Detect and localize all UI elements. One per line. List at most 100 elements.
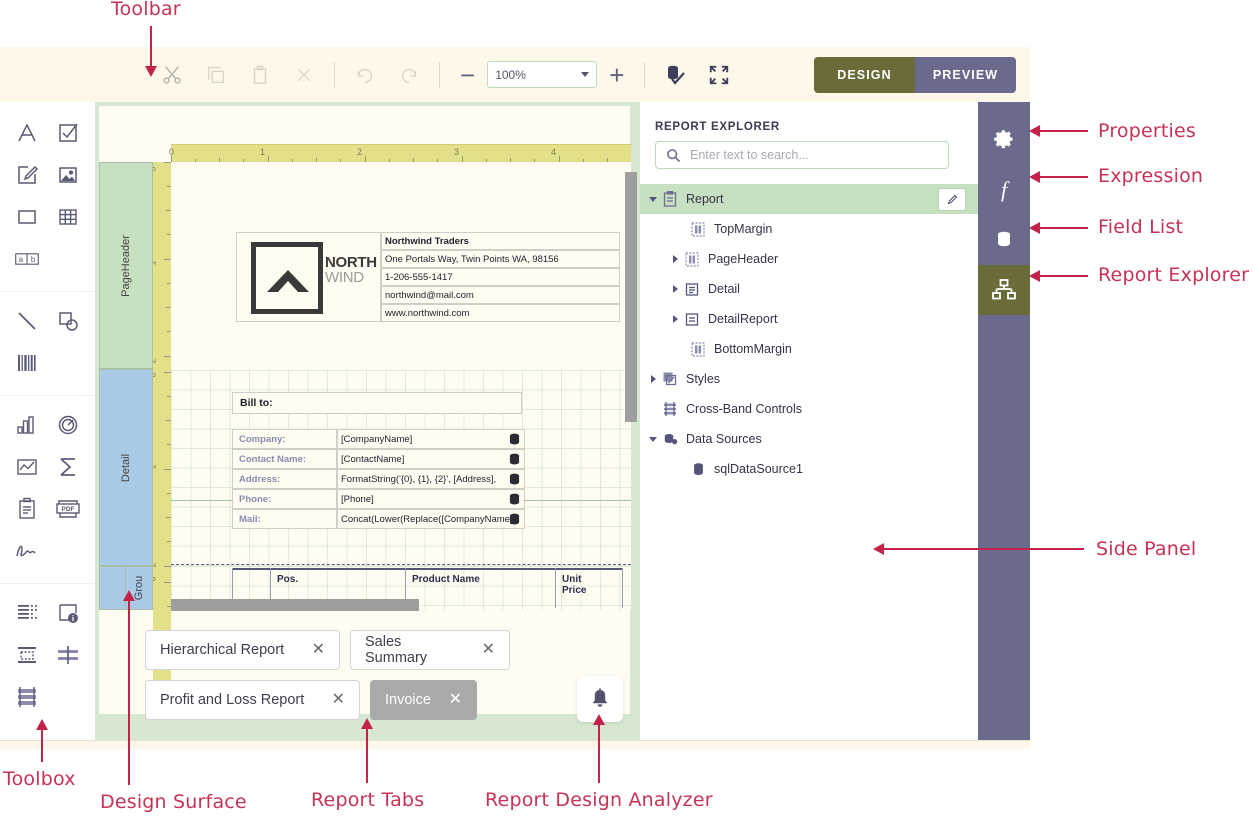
properties-button[interactable] <box>978 115 1030 165</box>
delete-icon[interactable] <box>287 58 321 92</box>
cross-band-box-icon[interactable] <box>7 638 48 672</box>
tree-item-detail[interactable]: Detail <box>640 274 978 304</box>
signature-icon[interactable] <box>7 534 48 568</box>
tree-item-detailreport[interactable]: DetailReport <box>640 304 978 334</box>
report-tab-label: Sales Summary <box>365 634 466 666</box>
preview-mode-button[interactable]: PREVIEW <box>915 57 1016 93</box>
fullscreen-icon[interactable] <box>702 58 736 92</box>
company-name[interactable]: Northwind Traders <box>380 232 620 250</box>
tree-item-label: TopMargin <box>714 222 772 236</box>
barcode-icon[interactable] <box>7 346 48 380</box>
field-list-button[interactable] <box>978 215 1030 265</box>
tree-item-data-sources[interactable]: Data Sources <box>640 424 978 454</box>
shape-icon[interactable] <box>48 304 89 338</box>
edit-report-button[interactable] <box>938 188 966 211</box>
line-icon[interactable] <box>7 304 48 338</box>
picture-box-icon[interactable] <box>48 158 89 192</box>
bill-value-phone[interactable]: [Phone] <box>337 489 525 509</box>
chevron-right-icon[interactable] <box>668 315 682 323</box>
expression-button[interactable]: f <box>978 165 1030 215</box>
annotation-line <box>366 728 368 783</box>
table-header-product-name[interactable]: Product Name <box>408 572 528 585</box>
close-icon[interactable]: ✕ <box>482 642 495 658</box>
vertical-scrollbar[interactable] <box>625 172 637 422</box>
table-icon[interactable] <box>48 200 89 234</box>
logo-box[interactable]: NORTH WIND <box>236 232 382 322</box>
tree-item-topmargin[interactable]: TopMargin <box>640 214 978 244</box>
check-box-icon[interactable] <box>48 116 89 150</box>
bill-label-address[interactable]: Address: <box>232 469 337 489</box>
annotation-arrow <box>145 66 157 77</box>
undo-icon[interactable] <box>348 58 382 92</box>
gauge-icon[interactable] <box>48 408 89 442</box>
bill-value-address[interactable]: FormatString('{0}, {1}, {2}', [Address], <box>337 469 525 489</box>
cross-band-line-icon[interactable] <box>48 638 89 672</box>
band-pageheader[interactable]: PageHeader <box>99 162 153 369</box>
zoom-select[interactable]: 100% <box>487 61 597 88</box>
bill-value-mail[interactable]: Concat(Lower(Replace([CompanyName], <box>337 509 525 529</box>
label-icon[interactable] <box>7 116 48 150</box>
pivot-grid-icon[interactable] <box>48 450 89 484</box>
report-tab-profit-and-loss[interactable]: Profit and Loss Report ✕ <box>145 680 360 720</box>
close-icon[interactable]: ✕ <box>312 642 325 658</box>
sparkline-icon[interactable] <box>7 450 48 484</box>
report-tab-sales-summary[interactable]: Sales Summary ✕ <box>350 630 510 670</box>
table-header-pos[interactable]: Pos. <box>273 572 311 585</box>
annotation-side-panel: Side Panel <box>1096 538 1196 560</box>
subreport-icon[interactable] <box>7 492 48 526</box>
pdf-content-icon[interactable]: PDF <box>48 492 89 526</box>
close-icon[interactable]: ✕ <box>332 692 345 708</box>
tree-item-styles[interactable]: Styles <box>640 364 978 394</box>
report-tab-invoice[interactable]: Invoice ✕ <box>370 680 477 720</box>
search-input[interactable]: Enter text to search... <box>655 141 949 169</box>
design-mode-button[interactable]: DESIGN <box>814 57 915 93</box>
zip-code-icon[interactable] <box>7 680 48 714</box>
close-icon[interactable]: ✕ <box>449 692 462 708</box>
tree-item-sqldatasource1[interactable]: sqlDataSource1 <box>640 454 978 484</box>
tree-item-label: Detail <box>708 282 740 296</box>
paste-icon[interactable] <box>243 58 277 92</box>
report-explorer-button[interactable] <box>978 265 1030 315</box>
save-validate-icon[interactable] <box>658 58 692 92</box>
bill-label-mail[interactable]: Mail: <box>232 509 337 529</box>
tree-item-bottommargin[interactable]: BottomMargin <box>640 334 978 364</box>
toolbox-row <box>0 158 95 192</box>
tree-item-report[interactable]: Report <box>640 184 978 214</box>
table-header-unit-price[interactable]: Unit Price <box>558 572 608 596</box>
band-detail[interactable]: Detail <box>99 369 153 566</box>
bill-label-phone[interactable]: Phone: <box>232 489 337 509</box>
cut-icon[interactable] <box>155 58 189 92</box>
toolbox-divider <box>0 583 95 584</box>
bill-value-contact[interactable]: [ContactName] <box>337 449 525 469</box>
tree-item-cross-band-controls[interactable]: Cross-Band Controls <box>640 394 978 424</box>
company-website[interactable]: www.northwind.com <box>380 304 620 322</box>
bill-to-title[interactable]: Bill to: <box>232 392 522 414</box>
bill-label-company[interactable]: Company: <box>232 429 337 449</box>
zoom-out-button[interactable]: − <box>460 62 475 88</box>
character-comb-icon[interactable]: a b <box>7 242 48 276</box>
company-address[interactable]: One Portals Way, Twin Points WA, 98156 <box>380 250 620 268</box>
panel-icon[interactable] <box>7 200 48 234</box>
search-icon <box>666 148 681 163</box>
rich-text-icon[interactable] <box>7 158 48 192</box>
chevron-right-icon[interactable] <box>668 255 682 263</box>
bill-value-company[interactable]: [CompanyName] <box>337 429 525 449</box>
company-phone[interactable]: 1-206-555-1417 <box>380 268 620 286</box>
company-email[interactable]: northwind@mail.com <box>380 286 620 304</box>
toolbox-divider <box>0 291 95 292</box>
bill-label-contact[interactable]: Contact Name: <box>232 449 337 469</box>
horizontal-scrollbar[interactable] <box>171 599 419 611</box>
copy-icon[interactable] <box>199 58 233 92</box>
toolbox-row <box>0 346 95 380</box>
chevron-down-icon[interactable] <box>646 437 660 442</box>
chevron-right-icon[interactable] <box>646 375 660 383</box>
zoom-in-button[interactable]: + <box>609 62 624 88</box>
page-info-icon[interactable]: i <box>48 596 89 630</box>
chart-icon[interactable] <box>7 408 48 442</box>
report-tab-hierarchical[interactable]: Hierarchical Report ✕ <box>145 630 340 670</box>
chevron-down-icon[interactable] <box>646 197 660 202</box>
chevron-right-icon[interactable] <box>668 285 682 293</box>
table-of-contents-icon[interactable] <box>7 596 48 630</box>
redo-icon[interactable] <box>392 58 426 92</box>
tree-item-pageheader[interactable]: PageHeader <box>640 244 978 274</box>
